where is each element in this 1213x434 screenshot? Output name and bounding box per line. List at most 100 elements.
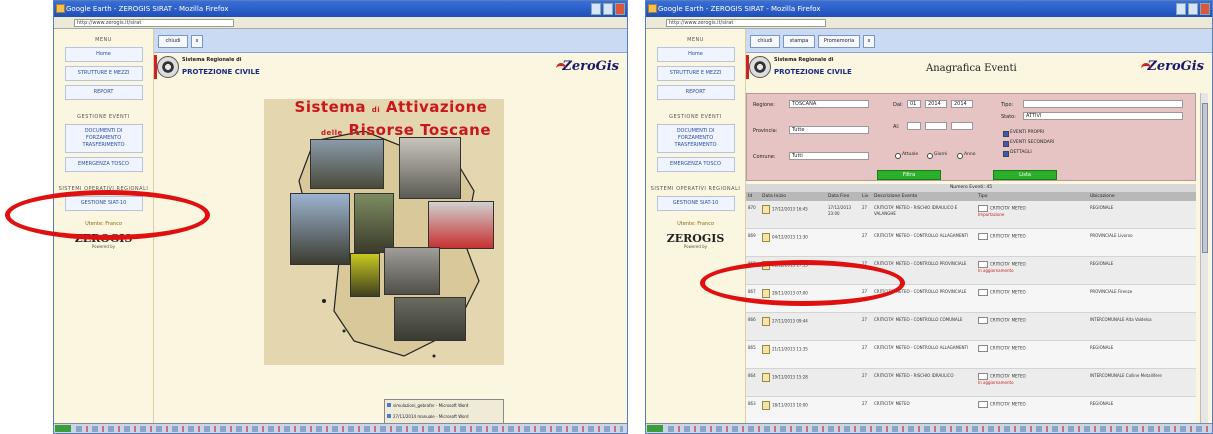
document-icon[interactable] xyxy=(762,317,770,326)
maximize-button[interactable] xyxy=(603,3,613,15)
left-address-field[interactable]: http://www.zerogis.it/sirat xyxy=(74,19,234,27)
radio-attuale[interactable]: Attuale xyxy=(895,152,918,159)
close-tab-button[interactable]: x xyxy=(191,35,203,48)
sidebar-item-emergenza[interactable]: EMERGENZA TOSCO xyxy=(656,157,735,172)
check-eventi-propri[interactable]: EVENTI PROPRI xyxy=(1003,130,1044,137)
col-data-fine[interactable]: Data Fine xyxy=(826,192,860,201)
sidebar-item-strutture[interactable]: STRUTTURE E MEZZI xyxy=(656,66,735,81)
stato-select[interactable]: ATTIVI xyxy=(1023,112,1183,120)
comune-select[interactable]: Tutti xyxy=(789,152,869,160)
cell-data-inizio-text: 19/11/2013 15:28 xyxy=(772,374,808,380)
col-tipo[interactable]: Tipo xyxy=(976,192,1088,201)
table-row[interactable]: 865 21/11/2013 11:35 27 CRITICITA' METEO - … xyxy=(746,341,1196,369)
weather-icon xyxy=(978,401,988,408)
regione-select[interactable]: TOSCANA xyxy=(789,100,869,108)
powered-by-label: Powered by xyxy=(91,244,116,249)
close-button[interactable] xyxy=(615,3,625,15)
check-eventi-secondari[interactable]: EVENTI SECONDARI xyxy=(1003,140,1054,147)
table-row[interactable]: 870 17/12/2013 16:45 17/12/2013 23:00 27 CRI… xyxy=(746,201,1196,229)
radio-giorni[interactable]: Giorni xyxy=(927,152,947,159)
cell-tipo-text: CRITICITA' METEO xyxy=(990,289,1026,295)
minimize-button[interactable] xyxy=(1176,3,1186,15)
cell-ubicazione: INTERCOMUNALE Alta Valdelsa xyxy=(1090,317,1152,322)
dal-year-input[interactable]: 2014 xyxy=(925,100,947,108)
col-data-inizio[interactable]: Data Inizio xyxy=(760,192,826,201)
minimize-button[interactable] xyxy=(591,3,601,15)
photo-tents xyxy=(290,193,350,265)
provincia-select[interactable]: Tutte xyxy=(789,126,869,134)
scrollbar-thumb[interactable] xyxy=(1202,103,1208,253)
cell-data-inizio[interactable]: 17/12/2013 16:45 xyxy=(760,201,826,228)
table-row[interactable]: 864 19/11/2013 15:28 27 CRITICITA' METEO - … xyxy=(746,369,1196,397)
col-ubicazione[interactable]: Ubicazione xyxy=(1088,192,1180,201)
col-descrizione[interactable]: Descrizione Evento xyxy=(872,192,976,201)
document-icon[interactable] xyxy=(762,401,770,410)
radio-anno[interactable]: Anno xyxy=(957,152,976,159)
chiudi-button[interactable]: chiudi xyxy=(158,35,188,48)
popup-item[interactable]: simulazioni_gebrafer - Microsoft Word xyxy=(385,400,503,411)
cell-tipo: CRITICITA' METEO In aggiornamento xyxy=(976,257,1088,284)
cell-data-inizio-text: 17/12/2013 16:45 xyxy=(772,206,808,212)
cell-liv: 27 xyxy=(862,373,868,378)
document-icon[interactable] xyxy=(762,345,770,354)
sidebar-item-home[interactable]: Home xyxy=(64,47,143,62)
chiudi-button[interactable]: chiudi xyxy=(750,35,780,48)
cell-data-inizio[interactable]: 21/11/2013 11:35 xyxy=(760,341,826,368)
start-button[interactable] xyxy=(55,425,71,432)
weather-icon xyxy=(978,233,988,240)
al-month-input[interactable] xyxy=(925,122,947,130)
cell-data-inizio[interactable]: 19/11/2013 15:28 xyxy=(760,369,826,396)
col-id[interactable]: Id xyxy=(746,192,760,201)
left-toolbar: chiudi x xyxy=(154,29,627,53)
sidebar-item-siat[interactable]: GESTIONE SIAT-10 xyxy=(656,196,735,211)
cell-data-inizio-text: 04/12/2013 11:30 xyxy=(772,234,808,240)
sidebar-item-report[interactable]: REPORT xyxy=(64,85,143,100)
close-tab-button[interactable]: x xyxy=(863,35,875,48)
cell-tipo: CRITICITA' METEO xyxy=(976,229,1088,256)
close-button[interactable] xyxy=(1200,3,1210,15)
cell-descrizione: CRITICITA' METEO xyxy=(874,401,910,406)
sidebar-item-documenti[interactable]: DOCUMENTI DI FORZAMENTO TRASFERIMENTO xyxy=(656,124,735,153)
dal-day-input[interactable]: 01 xyxy=(907,100,921,108)
table-scrollbar[interactable] xyxy=(1200,93,1208,426)
document-icon[interactable] xyxy=(762,205,770,214)
table-body: 870 17/12/2013 16:45 17/12/2013 23:00 27 CRI… xyxy=(746,201,1196,425)
sidebar-item-documenti[interactable]: DOCUMENTI DI FORZAMENTO TRASFERIMENTO xyxy=(64,124,143,153)
table-row[interactable]: 866 27/11/2013 09:44 27 CRITICITA' METEO - … xyxy=(746,313,1196,341)
weather-icon xyxy=(978,345,988,352)
taskbar-items[interactable] xyxy=(76,426,623,432)
cell-data-inizio[interactable]: 18/11/2013 10:00 xyxy=(760,397,826,424)
sidebar-item-emergenza[interactable]: EMERGENZA TOSCO xyxy=(64,157,143,172)
menu-heading: MENU xyxy=(687,37,704,43)
sidebar-item-home[interactable]: Home xyxy=(656,47,735,62)
document-icon[interactable] xyxy=(762,233,770,242)
sidebar-item-strutture[interactable]: STRUTTURE E MEZZI xyxy=(64,66,143,81)
right-titlebar: Google Earth - ZEROGIS SIRAT - Mozilla F… xyxy=(646,1,1212,17)
document-icon[interactable] xyxy=(762,373,770,382)
lista-button[interactable]: Lista xyxy=(993,170,1057,180)
right-toolbar: chiudi stampa Promemoria x xyxy=(746,29,1212,53)
sidebar-item-report[interactable]: REPORT xyxy=(656,85,735,100)
dal-extra-input[interactable]: 2014 xyxy=(951,100,973,108)
promemoria-button[interactable]: Promemoria xyxy=(818,35,860,48)
al-year-input[interactable] xyxy=(951,122,973,130)
tipo-select[interactable] xyxy=(1023,100,1183,108)
al-day-input[interactable] xyxy=(907,122,921,130)
start-button[interactable] xyxy=(647,425,663,432)
protezione-civile-emblem-icon xyxy=(157,56,179,78)
maximize-button[interactable] xyxy=(1188,3,1198,15)
stampa-button[interactable]: stampa xyxy=(783,35,815,48)
cell-ubicazione: PROVINCIALE Firenze xyxy=(1090,289,1133,294)
check-dettagli[interactable]: DETTAGLI xyxy=(1003,150,1032,157)
col-liv[interactable]: Liv xyxy=(860,192,872,201)
popup-item[interactable]: 27/11/2014 manuale - Microsoft Word xyxy=(385,411,503,422)
right-address-field[interactable]: http://www.zerogis.it/sirat xyxy=(666,19,826,27)
filtra-button[interactable]: Filtra xyxy=(877,170,941,180)
cell-tipo-note: In aggiornamento xyxy=(978,268,1014,273)
cell-data-inizio[interactable]: 04/12/2013 11:30 xyxy=(760,229,826,256)
taskbar-items[interactable] xyxy=(668,426,1208,432)
table-row[interactable]: 863 18/11/2013 10:00 27 CRITICITA' METEO CRI… xyxy=(746,397,1196,425)
header-title: PROTEZIONE CIVILE xyxy=(182,68,260,76)
table-row[interactable]: 869 04/12/2013 11:30 27 CRITICITA' METEO - … xyxy=(746,229,1196,257)
cell-data-inizio[interactable]: 27/11/2013 09:44 xyxy=(760,313,826,340)
